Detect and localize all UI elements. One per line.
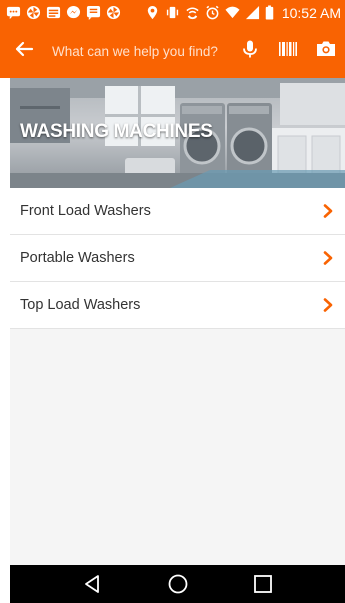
pinwheel-icon [26,5,41,20]
category-item-label: Front Load Washers [20,203,151,219]
wifi-calling-icon [185,5,200,20]
message-icon [6,5,21,20]
nav-recents-button[interactable] [243,565,283,603]
battery-icon [265,5,274,20]
notification-icons [6,5,121,20]
chevron-right-icon [323,204,333,218]
barcode-scan-button[interactable] [269,25,307,78]
category-item-label: Top Load Washers [20,297,141,313]
chevron-right-icon [323,251,333,265]
signal-icon [245,5,260,20]
news-icon [46,5,61,20]
system-nav-bar [10,565,345,603]
chat-icon [86,5,101,20]
chevron-right-icon [323,298,333,312]
back-button[interactable] [0,25,48,78]
content-area: WASHING MACHINES Front Load Washers Port… [10,78,345,565]
camera-icon [316,39,336,64]
status-time: 10:52 AM [281,4,341,21]
category-banner: WASHING MACHINES [10,78,345,188]
vibrate-icon [165,5,180,20]
voice-search-button[interactable] [231,25,269,78]
recents-square-icon [253,575,272,593]
back-arrow-icon [14,39,34,64]
search-input[interactable]: What can we help you find? [48,25,231,78]
banner-title: WASHING MACHINES [20,121,213,142]
app-bar: What can we help you find? [0,25,345,78]
nav-back-button[interactable] [73,565,113,603]
messenger-icon [66,5,81,20]
alarm-icon [205,5,220,20]
category-item-label: Portable Washers [20,250,135,266]
status-bar: 10:52 AM [0,0,345,25]
category-item-portable-washers[interactable]: Portable Washers [10,235,345,282]
category-item-top-load-washers[interactable]: Top Load Washers [10,282,345,329]
nav-home-button[interactable] [158,565,198,603]
wifi-icon [225,5,240,20]
category-item-front-load-washers[interactable]: Front Load Washers [10,188,345,235]
location-icon [145,5,160,20]
camera-search-button[interactable] [307,25,345,78]
microphone-icon [240,39,260,64]
home-circle-icon [168,574,187,594]
pinwheel-icon [106,5,121,20]
category-list: Front Load Washers Portable Washers Top … [10,188,345,329]
barcode-icon [278,39,298,64]
back-triangle-icon [84,575,99,593]
system-icons: 10:52 AM [145,5,341,21]
